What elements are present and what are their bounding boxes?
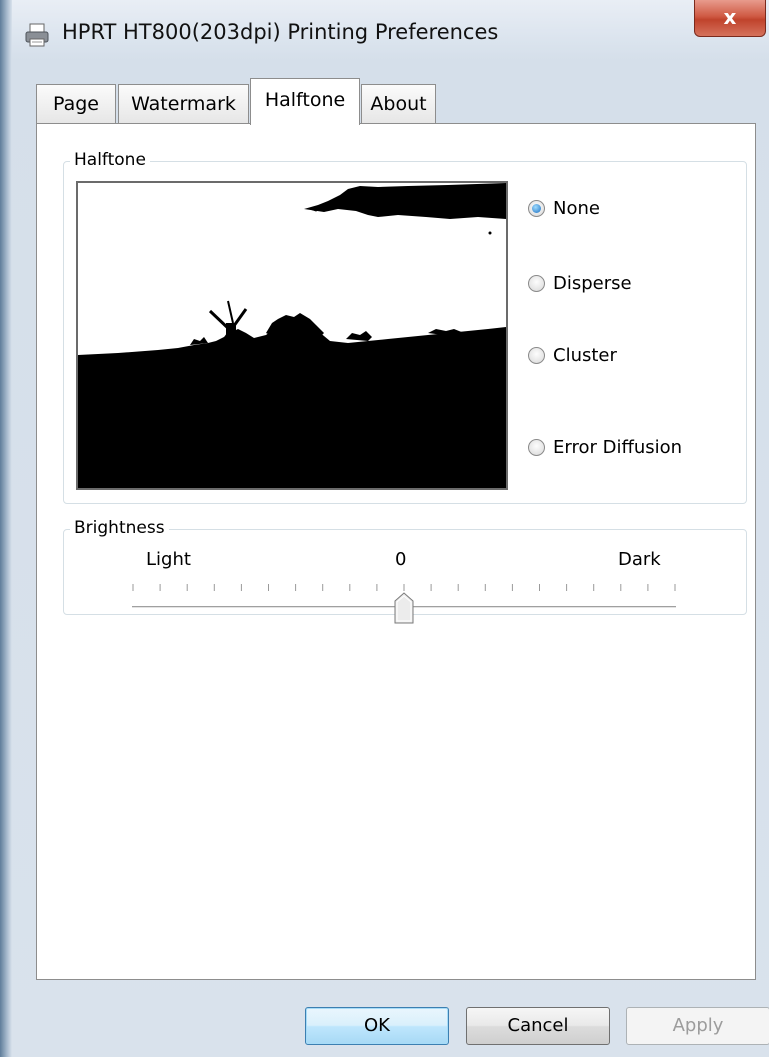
radio-checked-icon[interactable] <box>528 200 545 217</box>
tab-label: Page <box>53 93 99 115</box>
tab-label: Watermark <box>131 93 236 115</box>
cancel-button[interactable]: Cancel <box>466 1007 610 1045</box>
halftone-option-disperse[interactable]: Disperse <box>528 273 632 294</box>
brightness-slider-thumb[interactable] <box>394 592 414 624</box>
option-label: Disperse <box>553 273 632 294</box>
halftone-option-error-diffusion[interactable]: Error Diffusion <box>528 437 682 458</box>
radio-unchecked-icon[interactable] <box>528 347 545 364</box>
radio-unchecked-icon[interactable] <box>528 439 545 456</box>
option-label: None <box>553 198 600 219</box>
close-button[interactable]: x <box>694 0 766 37</box>
brightness-min-label: Light <box>146 549 191 570</box>
ok-button[interactable]: OK <box>305 1007 449 1045</box>
radio-unchecked-icon[interactable] <box>528 275 545 292</box>
tab-watermark[interactable]: Watermark <box>118 84 249 124</box>
window-title: HPRT HT800(203dpi) Printing Preferences <box>62 20 499 44</box>
apply-button[interactable]: Apply <box>626 1007 769 1045</box>
halftone-option-cluster[interactable]: Cluster <box>528 345 617 366</box>
printer-icon <box>24 22 50 48</box>
brightness-value-label: 0 <box>395 549 407 570</box>
brightness-max-label: Dark <box>618 549 661 570</box>
halftone-option-none[interactable]: None <box>528 198 600 219</box>
option-label: Error Diffusion <box>553 437 683 458</box>
slider-thumb-icon <box>394 592 414 624</box>
windmill-landscape-image <box>78 183 506 488</box>
tab-page[interactable]: Page <box>36 84 116 124</box>
brightness-group-label: Brightness <box>70 518 169 538</box>
option-label: Cluster <box>553 345 617 366</box>
tab-halftone[interactable]: Halftone <box>250 78 360 125</box>
halftone-preview-image <box>76 181 508 490</box>
tab-label: Halftone <box>264 89 346 111</box>
halftone-group-label: Halftone <box>70 150 150 170</box>
tab-about[interactable]: About <box>361 84 436 124</box>
window-frame <box>0 0 12 1057</box>
title-bar[interactable]: HPRT HT800(203dpi) Printing Preferences … <box>10 0 769 62</box>
close-icon: x <box>723 5 737 29</box>
tab-label: About <box>370 93 427 115</box>
